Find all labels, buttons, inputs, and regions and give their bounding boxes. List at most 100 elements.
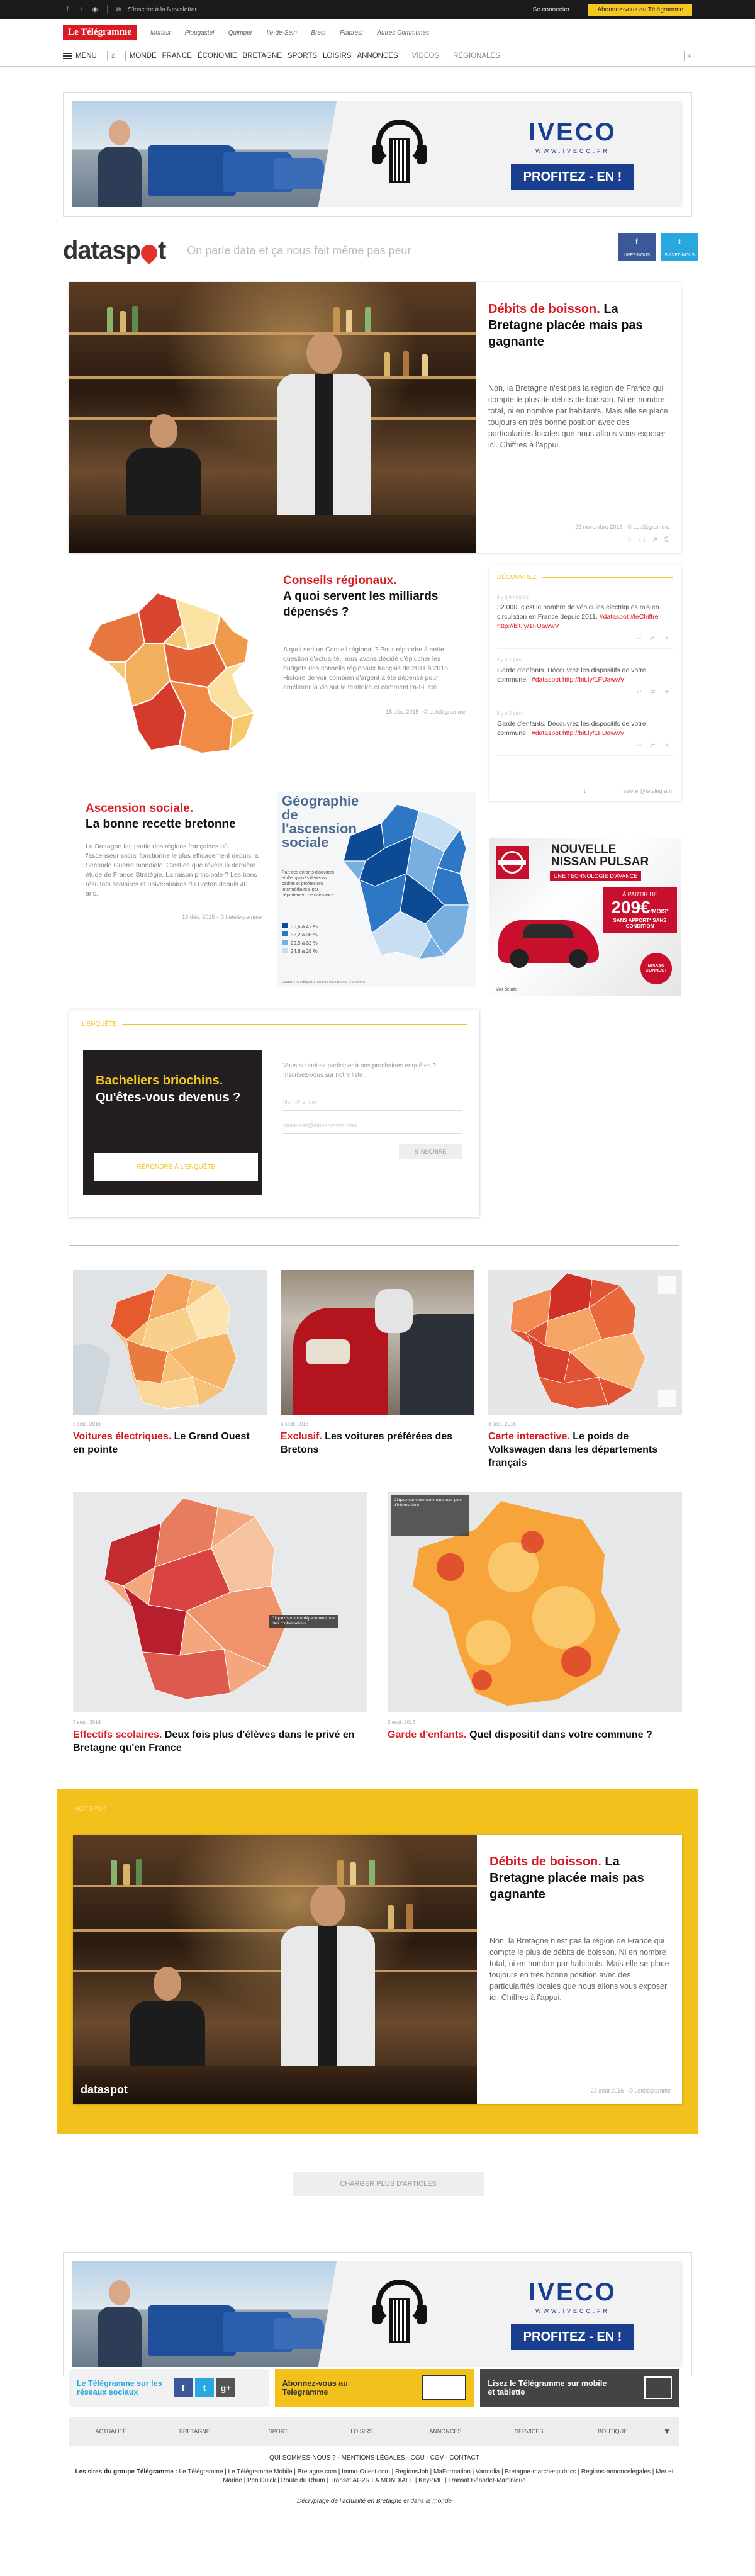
tweet-link[interactable]: #dataspot http://bit.ly/1FUawwV [532, 676, 625, 683]
mail-icon[interactable]: ✉ [114, 5, 123, 14]
facebook-icon[interactable]: f [63, 5, 72, 14]
article-image-map[interactable] [488, 1270, 682, 1415]
dataspot-logo[interactable]: datasp t [63, 237, 166, 265]
nav-item-france[interactable]: FRANCE [162, 52, 192, 60]
subscribe-submit-button[interactable]: S'INSCRIRE [399, 1144, 462, 1159]
name-input[interactable]: Nom Prénom [283, 1094, 462, 1111]
newsletter-link[interactable]: S'inscrire à la Newsletter [128, 6, 197, 13]
map-legend-intro: Part des enfants d'ouvriers et d'employé… [282, 870, 335, 897]
tweet-actions[interactable]: ↩ ⇄ ★ [497, 741, 673, 750]
tweet-date: il y a 1 jour [497, 657, 522, 663]
load-more-button[interactable]: CHARGER PLUS D'ARTICLES [293, 2172, 484, 2196]
sitemap-item[interactable]: SERVICES [487, 2428, 571, 2434]
email-input[interactable]: monemail@monadresse.com [283, 1117, 462, 1134]
home-icon[interactable]: ⌂ [111, 52, 116, 60]
enquete-heading: L'ENQUÊTE [82, 1021, 117, 1028]
article-title[interactable]: Quel dispositif dans votre commune ? [469, 1730, 652, 1740]
ascension-title-category[interactable]: Ascension sociale. [86, 802, 193, 815]
tweet-item[interactable]: il y a 6 heures 32.000, c'est le nombre … [497, 586, 673, 649]
hotspot-title-category[interactable]: Débits de boisson. [489, 1855, 601, 1869]
follow-link[interactable]: suivre @letelegram [623, 788, 672, 794]
like-icon[interactable]: ♡ [627, 536, 633, 544]
article-title-category[interactable]: Garde d'enfants. [388, 1730, 467, 1740]
facebook-icon: f [635, 237, 639, 246]
twitter-follow-button[interactable]: t SUIVEZ-NOUS [661, 233, 698, 261]
facebook-like-button[interactable]: f LIKEZ-NOUS [618, 233, 656, 261]
site-logo[interactable]: Le Télégramme [63, 24, 137, 40]
nav-item-economie[interactable]: ÉCONOMIE [198, 52, 237, 60]
googleplus-icon[interactable]: g+ [216, 2378, 235, 2397]
hotspot-article[interactable]: dataspot Débits de boisson. La Bretagne … [73, 1835, 682, 2104]
sitemap-item[interactable]: SPORT [237, 2428, 320, 2434]
tweet-actions[interactable]: ↩ ⇄ ★ [497, 687, 673, 697]
article-title-category[interactable]: Effectifs scolaires. [73, 1730, 162, 1740]
subscribe-button[interactable]: Abonnez-vous au Télégramme [588, 3, 692, 16]
tweet-actions[interactable]: ↩ ⇄ ★ [497, 634, 673, 643]
city-link[interactable]: Quimper [228, 30, 252, 37]
sitemap-item[interactable]: LOISIRS [320, 2428, 404, 2434]
nav-item-videos[interactable]: VIDÉOS [412, 52, 439, 60]
city-link[interactable]: Morlaix [150, 30, 171, 37]
nav-item-loisirs[interactable]: LOISIRS [323, 52, 351, 60]
footer-subscribe[interactable]: Abonnez-vous au Telegramme [274, 2369, 474, 2407]
group-sites[interactable]: Le Télégramme | Le Télégramme Mobile | B… [179, 2468, 674, 2484]
nav-item-monde[interactable]: MONDE [130, 52, 157, 60]
conseils-title-category[interactable]: Conseils régionaux. [283, 574, 397, 587]
tweet-item[interactable]: il y a 2 jours Garde d'enfants. Découvre… [497, 702, 673, 756]
sitemap-item[interactable]: BOUTIQUE [571, 2428, 654, 2434]
sitemap-item[interactable]: ANNONCES [403, 2428, 487, 2434]
hero-article[interactable]: Débits de boisson. La Bretagne placée ma… [69, 282, 681, 553]
nissan-details-link[interactable]: Voir détails [496, 987, 517, 992]
tweet-link[interactable]: #dataspot http://bit.ly/1FUawwV [532, 729, 625, 737]
comment-icon[interactable]: ▭ [639, 536, 646, 544]
article-image-map[interactable] [73, 1270, 267, 1415]
nav-item-regionales[interactable]: RÉGIONALES [453, 52, 500, 60]
search-button[interactable]: ⌕ [680, 51, 692, 61]
footer-mobile[interactable]: Lisez le Télégramme sur mobile et tablet… [480, 2369, 680, 2407]
ad-banner-top[interactable]: IVECO WWW.IVECO.FR PROFITEZ - EN ! [63, 92, 692, 217]
ad-banner-bottom[interactable]: IVECO WWW.IVECO.FR PROFITEZ - EN ! [63, 2252, 692, 2376]
conseils-title[interactable]: A quoi servent les milliards dépensés ? [283, 590, 438, 619]
ad-cta-button[interactable]: PROFITEZ - EN ! [510, 164, 635, 190]
share-icon[interactable]: ↗ [652, 536, 657, 544]
article-title-category[interactable]: Carte interactive. [488, 1431, 570, 1442]
twitter-icon[interactable]: t [195, 2378, 214, 2397]
sitemap-item[interactable]: BRETAGNE [153, 2428, 237, 2434]
legal-links[interactable]: QUI SOMMES-NOUS ? - MENTIONS LÉGALES - C… [69, 2455, 680, 2461]
city-link[interactable]: Autres Communes [377, 30, 429, 37]
rss-icon[interactable]: ◉ [91, 5, 99, 14]
login-link[interactable]: Se connecter [533, 6, 570, 13]
city-link[interactable]: Ile-de-Sein [267, 30, 297, 37]
menu-button[interactable]: MENU [63, 52, 97, 60]
nav-item-annonces[interactable]: ANNONCES [357, 52, 398, 60]
footer-social-text: Le Télégramme sur les réseaux sociaux [77, 2379, 162, 2397]
article-conseils[interactable]: Conseils régionaux. A quoi servent les mi… [69, 565, 476, 779]
nav-item-bretagne[interactable]: BRETAGNE [243, 52, 282, 60]
article-title-category[interactable]: Exclusif. [281, 1431, 322, 1442]
article-image-map[interactable]: Cliquez sur votre commune pour plus d'in… [388, 1492, 682, 1712]
enquete-card[interactable]: Bacheliers briochins. Qu'êtes-vous deven… [83, 1050, 262, 1195]
iveco-ad[interactable]: IVECO WWW.IVECO.FR PROFITEZ - EN ! [72, 101, 683, 207]
enquete-cta-button[interactable]: RÉPONDRE À L'ENQUÊTE [94, 1153, 258, 1181]
expand-icon[interactable]: ▼ [654, 2427, 680, 2436]
sitemap-item[interactable]: ACTUALITÉ [69, 2428, 153, 2434]
article-ascension[interactable]: Ascension sociale. La bonne recette breto… [69, 792, 476, 988]
city-link[interactable]: Brest [311, 30, 325, 37]
conseils-date: 15 déc. 2015 - © Letélégramme [386, 709, 466, 715]
nav-item-sports[interactable]: SPORTS [288, 52, 317, 60]
twitter-icon[interactable]: t [77, 5, 86, 14]
nissan-ad[interactable]: NOUVELLE NISSAN PULSAR UNE TECHNOLOGIE D… [489, 838, 681, 996]
facebook-icon[interactable]: f [174, 2378, 193, 2397]
ad-cta-button[interactable]: PROFITEZ - EN ! [510, 2324, 635, 2350]
hero-title-category[interactable]: Débits de boisson. [488, 302, 600, 316]
article-image-map[interactable]: Cliquez sur votre département pour plus … [73, 1492, 367, 1712]
ascension-title[interactable]: La bonne recette bretonne [86, 818, 236, 831]
iveco-ad[interactable]: IVECO WWW.IVECO.FR PROFITEZ - EN ! [72, 2261, 683, 2367]
city-link[interactable]: Plougastel [185, 30, 215, 37]
print-icon[interactable]: ⎙ [664, 536, 669, 544]
article-image-cars[interactable] [281, 1270, 474, 1415]
article-title-category[interactable]: Voitures électriques. [73, 1431, 171, 1442]
ascension-map: Géographie de l'ascension sociale Part d… [277, 792, 476, 987]
tweet-item[interactable]: il y a 1 jour Garde d'enfants. Découvrez… [497, 649, 673, 702]
city-link[interactable]: Plabrest [340, 30, 363, 37]
